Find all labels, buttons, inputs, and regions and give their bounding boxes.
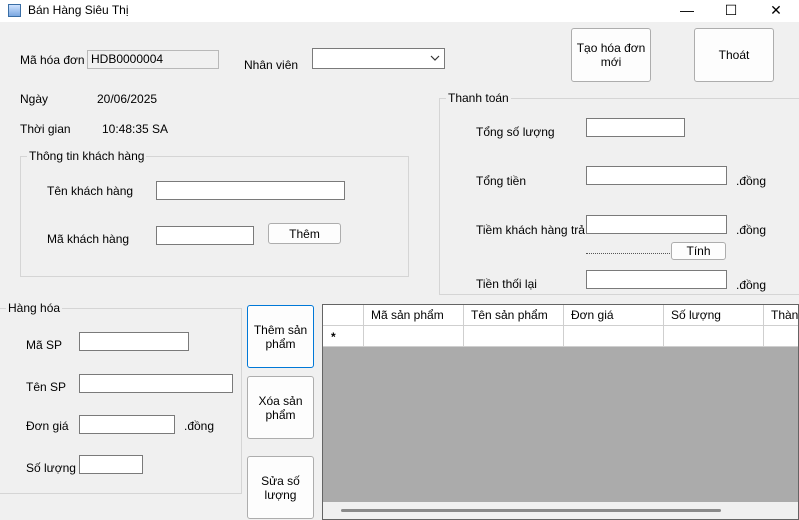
paid-unit: .đồng — [736, 223, 767, 237]
column-header-product-name[interactable]: Tên sản phẩm — [464, 305, 564, 326]
divider-line — [586, 253, 670, 254]
delete-product-button[interactable]: Xóa sản phẩm — [247, 376, 314, 439]
product-code-label: Mã SP — [26, 338, 63, 352]
customer-code-field[interactable] — [156, 226, 254, 245]
price-label: Đơn giá — [26, 419, 69, 433]
total-amount-label: Tổng tiền — [476, 174, 527, 188]
total-quantity-label: Tổng số lượng — [476, 125, 555, 139]
invoice-label: Mã hóa đơn — [20, 53, 85, 67]
staff-label: Nhân viên — [244, 58, 299, 72]
grid-cell[interactable] — [664, 326, 764, 347]
customer-group — [20, 156, 409, 277]
new-invoice-button[interactable]: Tạo hóa đơn mới — [571, 28, 651, 82]
column-header-line-total[interactable]: Thành tiền — [764, 305, 798, 326]
grid-row-header-corner — [323, 305, 364, 326]
edit-quantity-button[interactable]: Sửa số lượng — [247, 456, 314, 519]
column-header-unit-price[interactable]: Đơn giá — [564, 305, 664, 326]
customer-code-label: Mã khách hàng — [47, 232, 130, 246]
grid-cell[interactable] — [364, 326, 464, 347]
total-amount-unit: .đồng — [736, 174, 767, 188]
grid-new-row[interactable]: * — [323, 326, 798, 348]
scrollbar-thumb[interactable] — [341, 509, 721, 512]
exit-button[interactable]: Thoát — [694, 28, 774, 82]
total-amount-field[interactable] — [586, 166, 727, 185]
change-unit: .đồng — [736, 278, 767, 292]
date-label: Ngày — [20, 92, 49, 106]
window-title: Bán Hàng Siêu Thị — [28, 3, 129, 17]
horizontal-scrollbar[interactable] — [323, 502, 798, 519]
invoice-field[interactable]: HDB0000004 — [87, 50, 219, 69]
calculate-button[interactable]: Tính — [671, 242, 726, 260]
minimize-button[interactable]: — — [664, 0, 710, 22]
payment-group-title: Thanh toán — [446, 91, 511, 105]
new-row-marker: * — [323, 326, 364, 347]
column-header-quantity[interactable]: Số lượng — [664, 305, 764, 326]
product-name-field[interactable] — [79, 374, 233, 393]
change-label: Tiền thối lại — [476, 277, 537, 291]
time-value: 10:48:35 SA — [102, 122, 169, 136]
date-value: 20/06/2025 — [97, 92, 158, 106]
customer-group-title: Thông tin khách hàng — [27, 149, 147, 163]
time-label: Thời gian — [20, 122, 71, 136]
grid-cell[interactable] — [764, 326, 798, 347]
goods-group-title: Hàng hóa — [6, 301, 63, 315]
staff-combobox[interactable] — [312, 48, 445, 69]
price-field[interactable] — [79, 415, 175, 434]
product-name-label: Tên SP — [26, 380, 67, 394]
product-code-field[interactable] — [79, 332, 189, 351]
change-field[interactable] — [586, 270, 727, 289]
price-unit: .đồng — [184, 419, 215, 433]
paid-field[interactable] — [586, 215, 727, 234]
close-button[interactable]: ✕ — [753, 0, 799, 22]
grid-cell[interactable] — [564, 326, 664, 347]
customer-name-label: Tên khách hàng — [47, 184, 134, 198]
add-product-button[interactable]: Thêm sản phẩm — [247, 305, 314, 368]
chevron-down-icon — [430, 55, 440, 61]
total-quantity-field[interactable] — [586, 118, 685, 137]
column-header-product-code[interactable]: Mã sản phẩm — [364, 305, 464, 326]
quantity-label: Số lượng — [26, 461, 76, 475]
app-icon — [8, 4, 21, 17]
customer-name-field[interactable] — [156, 181, 345, 200]
maximize-button[interactable]: ☐ — [708, 0, 754, 22]
products-grid[interactable]: Mã sản phẩm Tên sản phẩm Đơn giá Số lượn… — [322, 304, 799, 520]
add-customer-button[interactable]: Thêm — [268, 223, 341, 244]
paid-label: Tiềm khách hàng trả — [476, 223, 585, 237]
quantity-field[interactable] — [79, 455, 143, 474]
grid-header: Mã sản phẩm Tên sản phẩm Đơn giá Số lượn… — [323, 305, 798, 326]
grid-cell[interactable] — [464, 326, 564, 347]
